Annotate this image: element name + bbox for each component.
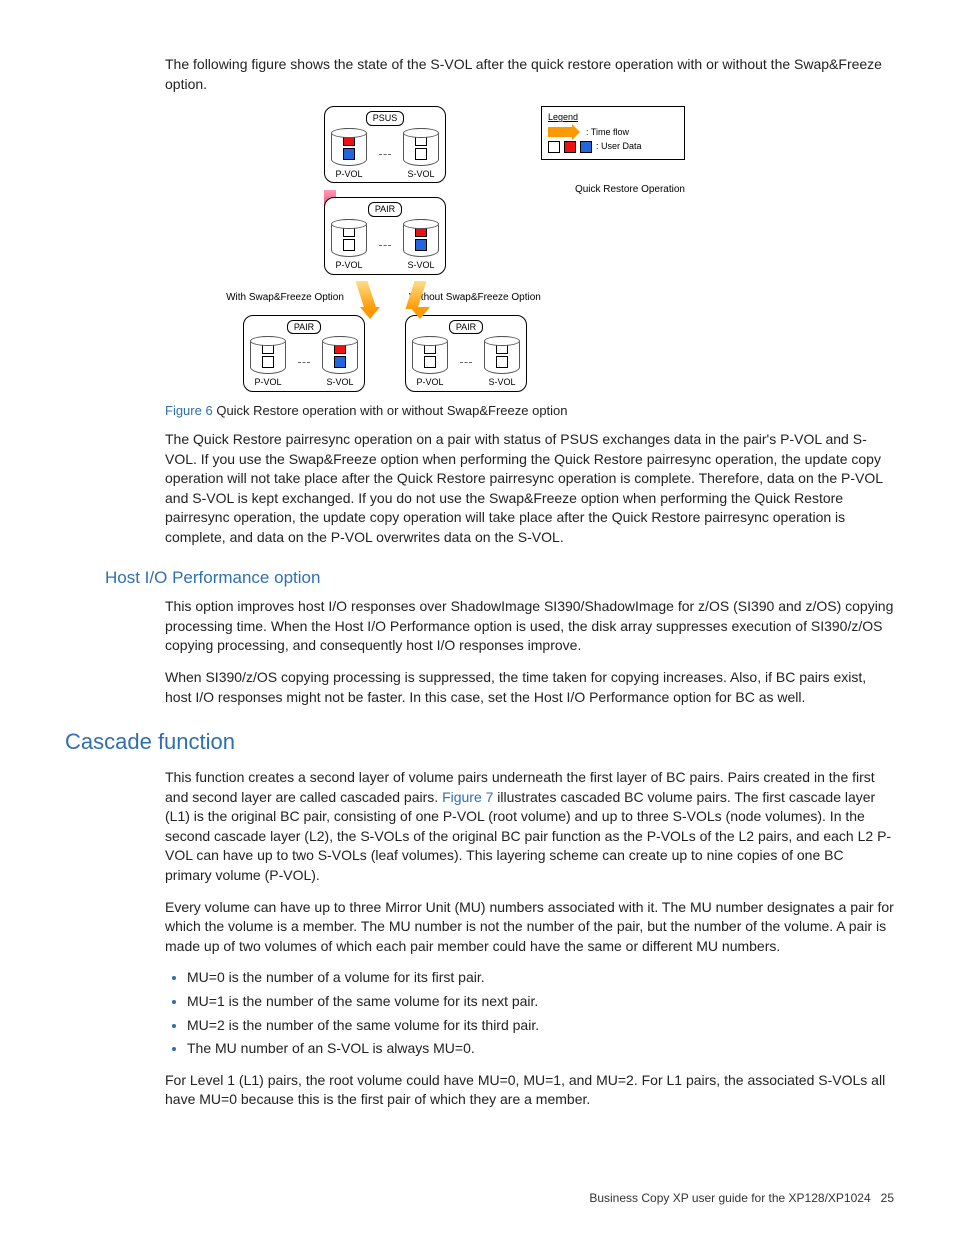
cylinder-icon (412, 336, 448, 374)
status-psus: PSUS (366, 111, 405, 126)
pair-box-middle: PAIR P-VOL S-VOL (324, 197, 446, 274)
status-pair: PAIR (449, 320, 483, 335)
cascade-paragraph-1: This function creates a second layer of … (165, 768, 894, 886)
mu-number-list: MU=0 is the number of a volume for its f… (165, 968, 894, 1058)
quick-restore-label: Quick Restore Operation (575, 183, 685, 197)
cascade-paragraph-3: For Level 1 (L1) pairs, the root volume … (165, 1071, 894, 1110)
cascade-paragraph-2: Every volume can have up to three Mirror… (165, 898, 894, 957)
pvol-label: P-VOL (335, 259, 362, 272)
cylinder-icon (250, 336, 286, 374)
footer-doc-title: Business Copy XP user guide for the XP12… (589, 1191, 870, 1205)
cylinder-icon (322, 336, 358, 374)
cylinder-icon (331, 128, 367, 166)
heading-host-io-performance: Host I/O Performance option (105, 566, 894, 590)
pvol-label: P-VOL (416, 376, 443, 389)
list-item: MU=2 is the number of the same volume fo… (187, 1016, 894, 1036)
list-item: MU=1 is the number of the same volume fo… (187, 992, 894, 1012)
svol-label: S-VOL (407, 168, 434, 181)
hostio-paragraph-1: This option improves host I/O responses … (165, 597, 894, 656)
status-pair: PAIR (287, 320, 321, 335)
pvol-label: P-VOL (254, 376, 281, 389)
figure-6-diagram: Legend : Time flow : User Data PSUS (165, 106, 894, 392)
cylinder-icon (403, 219, 439, 257)
figure-caption-text: Quick Restore operation with or without … (216, 403, 567, 418)
figure-label: Figure 6 (165, 403, 213, 418)
list-item: The MU number of an S-VOL is always MU=0… (187, 1039, 894, 1059)
psus-pair-box: PSUS P-VOL S-VOL (324, 106, 446, 183)
with-option-label: With Swap&Freeze Option (210, 291, 360, 305)
cylinder-icon (484, 336, 520, 374)
figure-7-link[interactable]: Figure 7 (442, 789, 493, 805)
list-item: MU=0 is the number of a volume for its f… (187, 968, 894, 988)
footer-page-number: 25 (881, 1191, 894, 1205)
hostio-paragraph-2: When SI390/z/OS copying processing is su… (165, 668, 894, 707)
pair-box-with-option: PAIR P-VOL S-VOL (243, 315, 365, 392)
intro-paragraph: The following figure shows the state of … (165, 55, 894, 94)
quick-restore-description: The Quick Restore pairresync operation o… (165, 430, 894, 548)
cylinder-icon (403, 128, 439, 166)
heading-cascade-function: Cascade function (65, 727, 894, 758)
pair-box-without-option: PAIR P-VOL S-VOL (405, 315, 527, 392)
figure-6-caption: Figure 6 Quick Restore operation with or… (165, 402, 894, 420)
pvol-label: P-VOL (335, 168, 362, 181)
svol-label: S-VOL (326, 376, 353, 389)
page-footer: Business Copy XP user guide for the XP12… (589, 1190, 894, 1207)
cylinder-icon (331, 219, 367, 257)
svol-label: S-VOL (407, 259, 434, 272)
status-pair: PAIR (368, 202, 402, 217)
svol-label: S-VOL (488, 376, 515, 389)
